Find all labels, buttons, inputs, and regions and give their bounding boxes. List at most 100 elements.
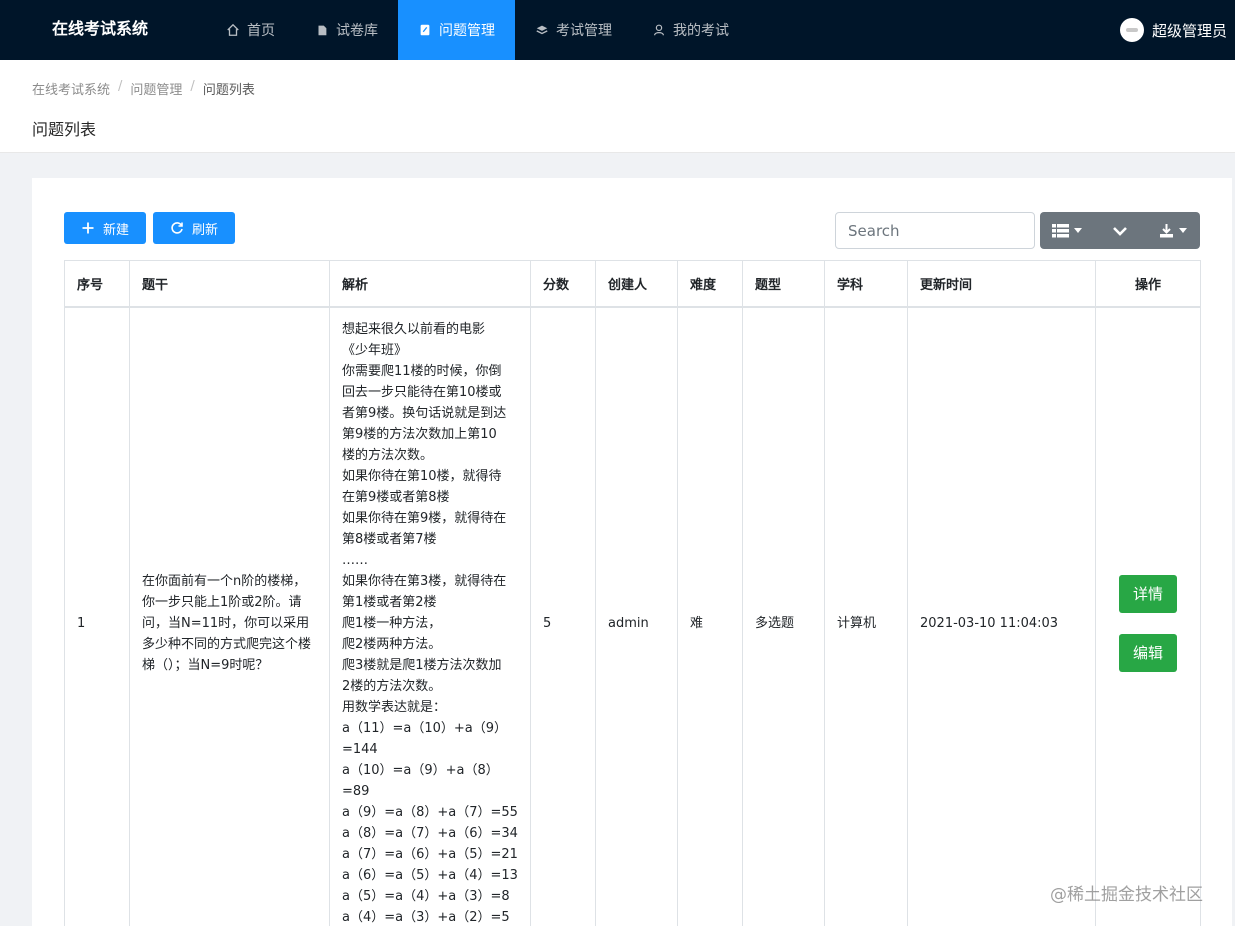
nav-item-label: 考试管理 [556,23,612,39]
table-tools [1040,212,1200,249]
table-row: 1 在你面前有一个n阶的楼梯，你一步只能上1阶或2阶。请问，当N=11时，你可以… [64,306,1201,926]
analysis-line: 如果你待在第3楼，就得待在 [342,573,507,589]
analysis-line: 在第9楼或者第8楼 [342,489,450,505]
analysis-line: 用数学表达就是： [342,699,447,715]
cell-updated: 2021-03-10 11:04:03 [907,306,1096,926]
column-header-updated[interactable]: 更新时间 [907,260,1096,308]
refresh-icon [171,222,183,234]
analysis-line: =144 [342,741,378,757]
refresh-button-label: 刷新 [191,222,218,238]
home-icon [227,23,239,36]
analysis-line: 如果你待在第10楼，就得待 [342,468,502,484]
new-button[interactable]: 新建 [64,212,146,244]
analysis-line: 《少年班》 [342,342,408,358]
breadcrumb-item-question-management[interactable]: 问题管理 [130,79,182,98]
caret-down-icon [1179,228,1188,233]
question-list-card: 新建 刷新 序号 题干 解析 分数 创建人 难度 [32,178,1232,926]
analysis-line: 爬2楼两种方法。 [342,636,442,652]
stack-icon [536,25,548,35]
nav-item-my-exams[interactable]: 我的考试 [632,0,749,60]
cell-actions: 详情 编辑 [1095,306,1201,926]
breadcrumb-separator: / [118,79,123,94]
analysis-line: 你需要爬11楼的时候，你倒 [342,363,502,379]
column-header-difficulty[interactable]: 难度 [677,260,743,308]
cell-type: 多选题 [742,306,825,926]
cell-difficulty: 难 [677,306,743,926]
watermark-text: @稀土掘金技术社区 [1050,885,1203,905]
breadcrumb-separator: / [190,79,195,94]
top-navbar: 在线考试系统 首页 试卷库 问题管理 考试管理 我的考试 超级管理员 [0,0,1235,60]
nav-item-exam-management[interactable]: 考试管理 [515,0,632,60]
list-icon [1051,223,1069,237]
nav-item-question-management[interactable]: 问题管理 [398,0,515,60]
plus-icon [82,222,94,234]
export-button[interactable] [1147,212,1200,249]
analysis-line: a（11）=a（10）+a（9） [342,720,508,736]
nav-item-paper-bank[interactable]: 试卷库 [295,0,398,60]
cell-subject: 计算机 [824,306,908,926]
chevron-down-icon [1113,226,1127,236]
breadcrumb-item-home[interactable]: 在线考试系统 [32,79,110,98]
column-header-actions: 操作 [1095,260,1201,308]
edit-button[interactable]: 编辑 [1119,633,1177,672]
analysis-line: 如果你待在第9楼，就得待在 [342,510,507,526]
paper-icon [318,25,327,36]
cell-stem: 在你面前有一个n阶的楼梯，你一步只能上1阶或2阶。请问，当N=11时，你可以采用… [129,306,330,926]
analysis-line: …… [342,552,368,568]
column-header-creator[interactable]: 创建人 [595,260,678,308]
column-header-subject[interactable]: 学科 [824,260,908,308]
analysis-line: 回去一步只能待在第10楼或 [342,384,502,400]
page-header: 在线考试系统 / 问题管理 / 问题列表 问题列表 [0,60,1235,153]
nav-item-label: 问题管理 [439,23,495,39]
analysis-line: 爬1楼一种方法， [342,615,442,631]
column-header-stem[interactable]: 题干 [129,260,330,308]
analysis-line: a（10）=a（9）+a（8） [342,762,499,778]
breadcrumb-item-current: 问题列表 [202,83,255,98]
analysis-line: a（8）=a（7）+a（6）=34 [342,825,518,841]
analysis-line: 想起来很久以前看的电影 [342,321,486,337]
detail-button[interactable]: 详情 [1119,574,1177,613]
avatar [1119,18,1144,42]
nav-item-label: 试卷库 [336,23,378,39]
cell-index: 1 [64,306,130,926]
cell-analysis: 想起来很久以前看的电影 《少年班》你需要爬11楼的时候，你倒 回去一步只能待在第10… [329,306,531,926]
column-header-index[interactable]: 序号 [64,260,130,308]
page-title: 问题列表 [32,120,97,139]
analysis-line: 第1楼或者第2楼 [342,594,437,610]
app-title[interactable]: 在线考试系统 [52,0,148,60]
question-table: 序号 题干 解析 分数 创建人 难度 题型 学科 更新时间 操作 1 在你面前有… [64,260,1201,926]
cell-creator: admin [595,306,678,926]
nav-item-home[interactable]: 首页 [206,0,295,60]
analysis-line: 楼的方法次数。 [342,447,434,463]
column-header-type[interactable]: 题型 [742,260,825,308]
analysis-line: a（5）=a（4）+a（3）=8 [342,888,510,904]
column-header-analysis[interactable]: 解析 [329,260,531,308]
analysis-line: a（4）=a（3）+a（2）=5 [342,909,510,925]
column-header-score[interactable]: 分数 [530,260,596,308]
analysis-lines: 想起来很久以前看的电影 《少年班》你需要爬11楼的时候，你倒 回去一步只能待在第10… [342,319,518,926]
analysis-line: a（6）=a（5）+a（4）=13 [342,867,518,883]
edit-icon [420,24,430,36]
refresh-button[interactable]: 刷新 [153,212,235,244]
analysis-line: 第9楼的方法次数加上第10 [342,426,497,442]
search-input[interactable] [835,212,1035,249]
caret-down-icon [1073,228,1082,233]
breadcrumb: 在线考试系统 / 问题管理 / 问题列表 [32,79,255,98]
columns-toggle-button[interactable] [1040,212,1093,249]
expand-button[interactable] [1093,212,1146,249]
analysis-line: 爬3楼就是爬1楼方法次数加 [342,657,502,673]
nav-item-label: 我的考试 [673,23,729,39]
analysis-line: 者第9楼。换句话说就是到达 [342,405,507,421]
download-icon [1160,224,1174,238]
new-button-label: 新建 [102,222,129,238]
main-nav: 首页 试卷库 问题管理 考试管理 我的考试 [206,0,749,60]
analysis-line: a（7）=a（6）+a（5）=21 [342,846,518,862]
user-menu[interactable]: 超级管理员 [1119,0,1227,60]
table-header-row: 序号 题干 解析 分数 创建人 难度 题型 学科 更新时间 操作 [64,260,1201,308]
analysis-line: a（9）=a（8）+a（7）=55 [342,804,518,820]
analysis-line: 2楼的方法次数。 [342,678,442,694]
nav-item-label: 首页 [247,23,275,39]
user-icon [654,24,664,36]
cell-score: 5 [530,306,596,926]
analysis-line: 第8楼或者第7楼 [342,531,437,547]
